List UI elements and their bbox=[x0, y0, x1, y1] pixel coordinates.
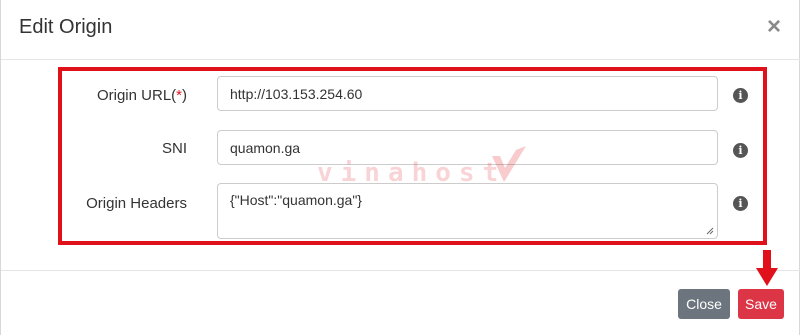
arrow-down-icon bbox=[756, 250, 778, 286]
edit-origin-modal: Edit Origin × Origin URL(*) i SNI i Orig… bbox=[0, 0, 800, 335]
modal-header: Edit Origin × bbox=[1, 0, 800, 60]
watermark-logo: vinahost bbox=[317, 158, 507, 188]
origin-headers-value: {"Host":"quamon.ga"} bbox=[230, 192, 362, 208]
modal-title: Edit Origin bbox=[19, 16, 113, 38]
origin-headers-textarea[interactable]: {"Host":"quamon.ga"} bbox=[217, 183, 718, 239]
resize-grip-icon[interactable] bbox=[706, 227, 714, 235]
close-button[interactable]: Close bbox=[678, 289, 730, 319]
origin-url-label: Origin URL(*) bbox=[96, 87, 187, 104]
sni-label: SNI bbox=[161, 140, 187, 157]
save-button[interactable]: Save bbox=[738, 289, 784, 319]
info-icon[interactable]: i bbox=[733, 88, 748, 103]
close-icon[interactable]: × bbox=[767, 15, 781, 39]
origin-url-input[interactable] bbox=[217, 76, 718, 111]
info-icon[interactable]: i bbox=[733, 196, 748, 211]
info-icon[interactable]: i bbox=[733, 143, 748, 158]
origin-headers-label: Origin Headers bbox=[86, 195, 187, 212]
watermark-check-icon bbox=[492, 146, 526, 182]
